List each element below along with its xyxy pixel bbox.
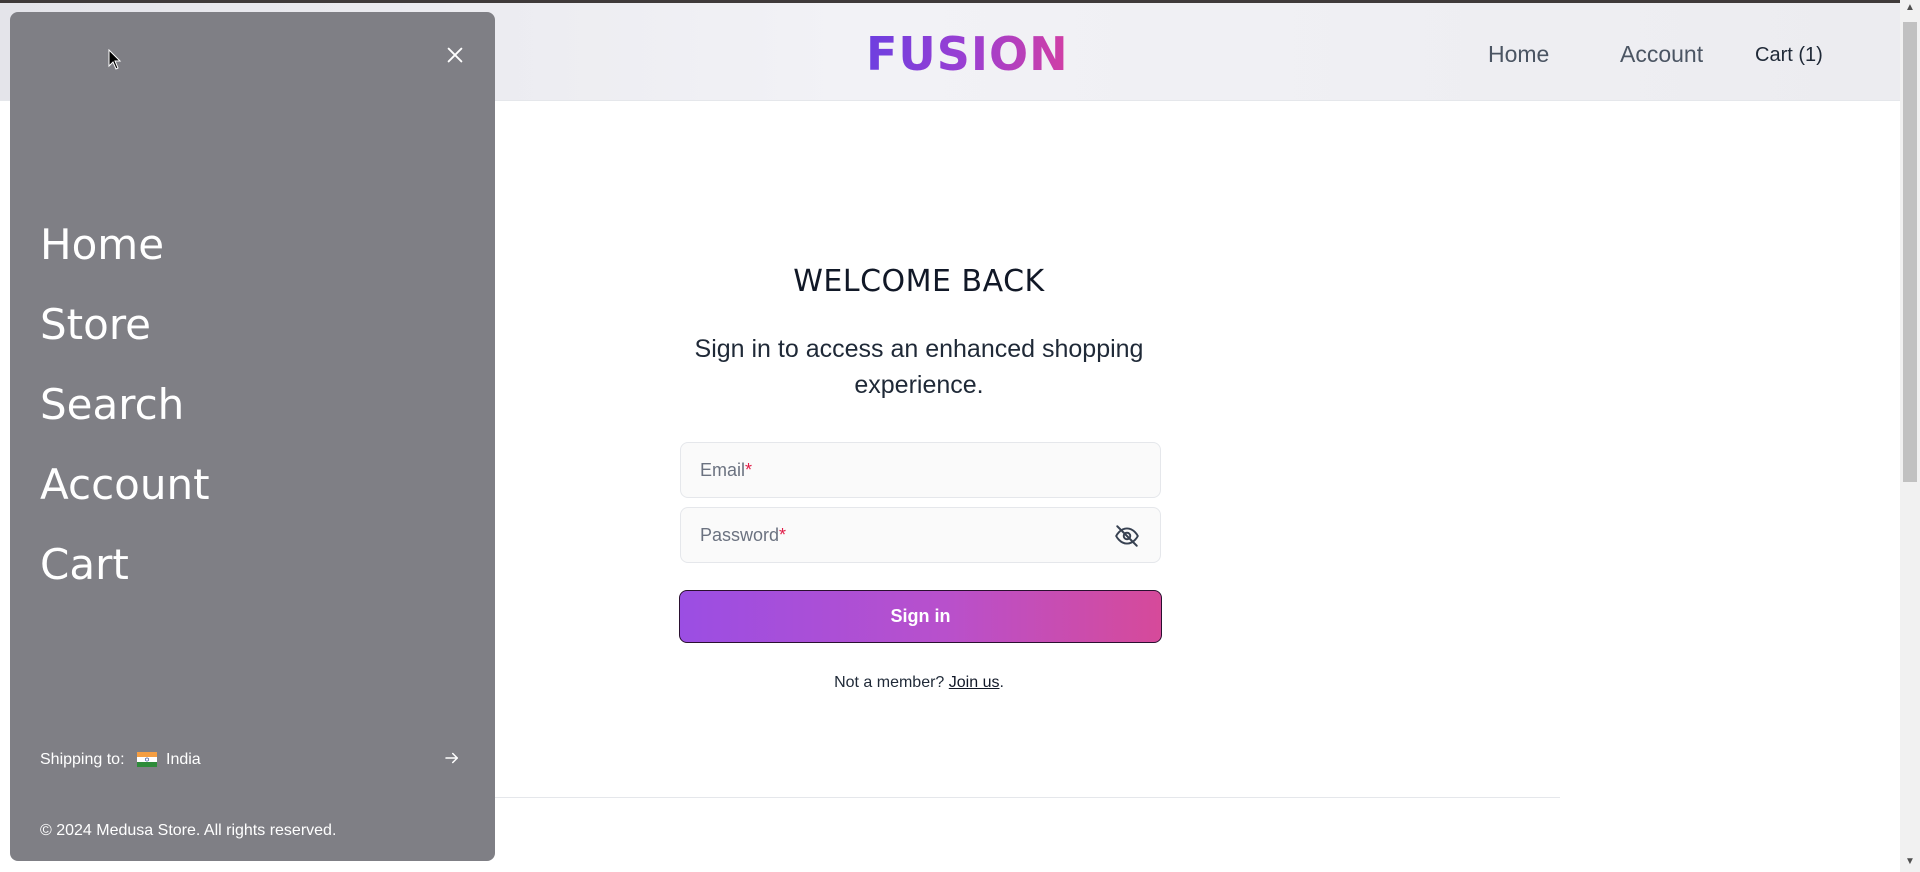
close-icon[interactable]	[444, 44, 466, 66]
arrow-right-icon[interactable]	[443, 749, 461, 767]
side-menu-drawer: Home Store Search Account Cart Shipping …	[10, 12, 495, 861]
eye-off-icon[interactable]	[1114, 523, 1140, 549]
not-member-text: Not a member?	[834, 674, 945, 691]
menu-item-search[interactable]: Search	[40, 380, 184, 429]
join-us-link[interactable]: Join us	[949, 674, 1000, 691]
shipping-label: Shipping to:	[40, 751, 125, 768]
login-title: WELCOME BACK	[793, 264, 1045, 299]
password-field-label: Password*	[700, 525, 787, 545]
india-flag-icon	[137, 752, 157, 767]
sign-in-button[interactable]: Sign in	[679, 590, 1162, 643]
page: FUSION Home Account Cart (1) WELCOME BAC…	[0, 0, 1920, 872]
required-mark: *	[745, 460, 753, 480]
scroll-down-icon[interactable]: ▼	[1905, 856, 1915, 867]
email-field[interactable]: Email*	[680, 442, 1161, 498]
nav-home-link[interactable]: Home	[1488, 41, 1549, 68]
scroll-up-icon[interactable]: ▲	[1905, 2, 1915, 13]
join-suffix: .	[999, 674, 1004, 691]
shipping-country-selector[interactable]: Shipping to: India	[40, 749, 470, 783]
login-subtitle: Sign in to access an enhanced shopping e…	[694, 335, 1144, 399]
required-mark: *	[779, 525, 787, 545]
brand-logo[interactable]: FUSION	[866, 27, 1069, 81]
menu-item-account[interactable]: Account	[40, 460, 210, 509]
join-prompt: Not a member? Join us.	[700, 674, 1138, 692]
menu-item-cart[interactable]: Cart	[40, 540, 129, 589]
footer-divider	[495, 797, 1560, 798]
copyright-text: © 2024 Medusa Store. All rights reserved…	[40, 822, 337, 839]
menu-item-home[interactable]: Home	[40, 220, 164, 269]
shipping-country: India	[166, 751, 201, 768]
mouse-cursor-icon	[108, 49, 122, 70]
scrollbar-thumb[interactable]	[1903, 22, 1917, 482]
nav-cart-link[interactable]: Cart (1)	[1755, 44, 1823, 67]
password-field[interactable]: Password*	[680, 507, 1161, 563]
menu-item-store[interactable]: Store	[40, 300, 151, 349]
email-field-label: Email*	[700, 460, 753, 480]
nav-account-link[interactable]: Account	[1620, 41, 1703, 68]
